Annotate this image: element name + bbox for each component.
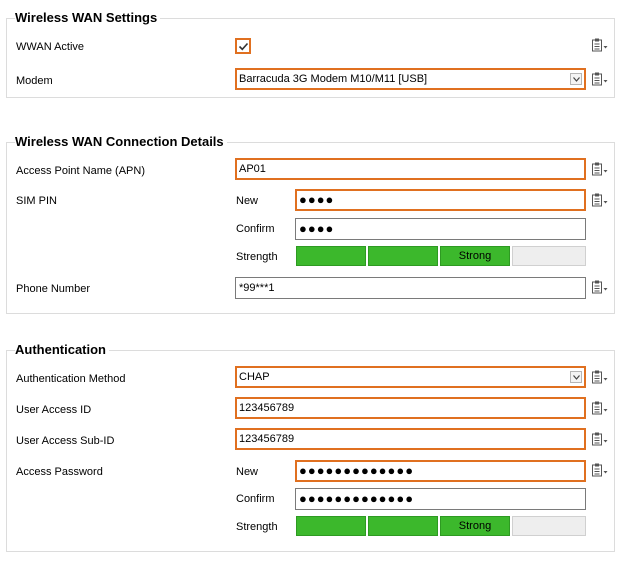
clipboard-menu-icon[interactable] [591,401,609,415]
connection-details-title: Wireless WAN Connection Details [15,134,227,150]
auth-method-label: Authentication Method [16,373,126,385]
access-password-confirm-label: Confirm [236,493,275,505]
strength-segment [296,516,366,536]
strength-segment [512,246,586,266]
strength-segment [512,516,586,536]
strength-segment [368,516,438,536]
access-password-strength-meter: Strong [296,516,586,536]
clipboard-menu-icon[interactable] [591,72,609,86]
access-password-confirm-input[interactable]: ●●●●●●●●●●●●● [295,488,586,510]
clipboard-menu-icon[interactable] [591,162,609,176]
strength-segment [368,246,438,266]
clipboard-menu-icon[interactable] [591,370,609,384]
apn-label: Access Point Name (APN) [16,165,145,177]
clipboard-menu-icon[interactable] [591,193,609,207]
sim-pin-confirm-label: Confirm [236,223,275,235]
sim-pin-confirm-input[interactable]: ●●●● [295,218,586,240]
strength-segment [296,246,366,266]
modem-label: Modem [16,75,53,87]
user-access-sub-id-input[interactable]: 123456789 [235,428,586,450]
wwan-active-label: WWAN Active [16,41,85,53]
wwan-active-checkbox[interactable] [235,38,251,54]
clipboard-menu-icon[interactable] [591,463,609,477]
chevron-down-icon[interactable] [570,371,582,383]
user-access-id-label: User Access ID [16,404,92,416]
auth-method-select[interactable]: CHAP [235,366,586,388]
strength-segment-text: Strong [440,516,510,536]
strength-segment-text: Strong [440,246,510,266]
user-access-id-input[interactable]: 123456789 [235,397,586,419]
sim-pin-new-input[interactable]: ●●●● [295,189,586,211]
sim-pin-label: SIM PIN [16,195,57,207]
auth-method-value: CHAP [239,371,270,383]
sim-pin-strength-label: Strength [236,251,278,263]
access-password-label: Access Password [16,466,103,478]
modem-select-value: Barracuda 3G Modem M10/M11 [USB] [239,73,428,85]
phone-number-label: Phone Number [16,283,90,295]
authentication-title: Authentication [15,342,109,358]
modem-select[interactable]: Barracuda 3G Modem M10/M11 [USB] [235,68,586,90]
phone-number-input[interactable]: *99***1 [235,277,586,299]
apn-input[interactable]: AP01 [235,158,586,180]
sim-pin-strength-meter: Strong [296,246,586,266]
access-password-new-input[interactable]: ●●●●●●●●●●●●● [295,460,586,482]
wwan-settings-title: Wireless WAN Settings [15,10,161,26]
user-access-sub-id-label: User Access Sub-ID [16,435,115,447]
sim-pin-new-label: New [236,195,259,207]
checkmark-icon [238,42,249,51]
clipboard-menu-icon[interactable] [591,432,609,446]
access-password-strength-label: Strength [236,521,278,533]
chevron-down-icon[interactable] [570,73,582,85]
clipboard-menu-icon[interactable] [591,280,609,294]
clipboard-menu-icon[interactable] [591,38,609,52]
access-password-new-label: New [236,466,259,478]
